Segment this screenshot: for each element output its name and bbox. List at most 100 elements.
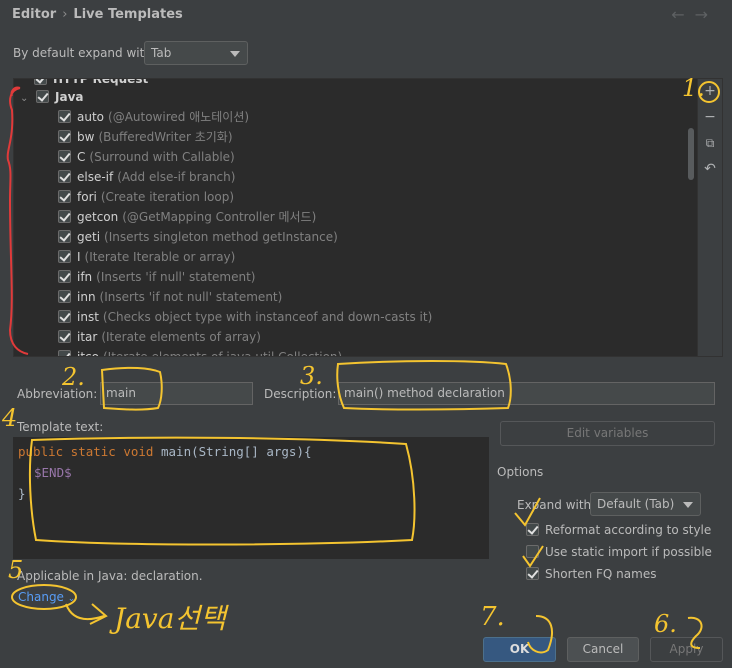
checkbox[interactable] [526,545,539,558]
template-description: (Iterate elements of array) [101,330,261,344]
annotation-3: 3. [300,362,323,390]
template-abbreviation: auto [77,110,105,124]
checkbox[interactable] [58,190,71,203]
checkbox[interactable] [58,130,71,143]
expand-with-label: Expand with [517,498,592,512]
template-list-item[interactable]: inn (Inserts 'if not null' statement) [58,287,282,307]
shorten-fq-option[interactable]: Shorten FQ names [526,567,656,581]
template-list-item[interactable]: bw (BufferedWriter 초기화) [58,127,233,147]
copy-icon[interactable]: ⧉ [703,135,717,151]
checkbox[interactable] [58,330,71,343]
checkbox[interactable] [36,90,49,103]
template-list-item[interactable]: itco (Iterate elements of java.util.Colle… [58,347,343,357]
annotation-6: 6. [654,610,677,638]
checkbox[interactable] [58,150,71,163]
template-abbreviation: ifn [77,270,93,284]
chevron-right-icon: › [62,7,68,22]
template-description: (@Autowired 애노테이션) [108,110,250,124]
template-text-label: Template text: [17,420,104,434]
checkbox[interactable] [58,250,71,263]
template-list-item[interactable]: I (Iterate Iterable or array) [58,247,235,267]
history-nav: ←→ [671,5,718,24]
template-abbreviation: geti [77,230,101,244]
tree-scrollbar[interactable] [688,128,694,180]
template-abbreviation: inst [77,310,99,324]
template-description: (Inserts 'if null' statement) [96,270,256,284]
remove-icon[interactable]: − [703,109,717,125]
expand-with-select[interactable]: Default (Tab) [590,492,701,516]
checkbox[interactable] [526,567,539,580]
template-abbreviation: bw [77,130,95,144]
template-list-item[interactable]: ifn (Inserts 'if null' statement) [58,267,255,287]
checkbox[interactable] [58,230,71,243]
add-icon[interactable]: + [703,83,717,99]
template-abbreviation: else-if [77,170,114,184]
template-list-item[interactable]: geti (Inserts singleton method getInstanc… [58,227,338,247]
template-description: (Surround with Callable) [89,150,235,164]
checkbox[interactable] [58,310,71,323]
description-label: Description: [264,387,337,401]
template-abbreviation: fori [77,190,97,204]
default-expand-value: Tab [151,46,172,60]
template-description: (Inserts 'if not null' statement) [99,290,283,304]
template-list-item[interactable]: auto (@Autowired 애노테이션) [58,107,249,127]
cancel-button[interactable]: Cancel [567,637,639,662]
arrow-annotation [65,603,108,625]
tree-toolbar: + − ⧉ ↶ [698,78,723,357]
checkbox[interactable] [58,210,71,223]
template-abbreviation: inn [77,290,96,304]
template-abbreviation: I [77,250,81,264]
checkbox[interactable] [58,110,71,123]
template-list-item[interactable]: else-if (Add else-if branch) [58,167,235,187]
templates-tree[interactable]: HTTP Request ⌄ Java auto (@Autowired 애노테이션… [13,78,698,357]
template-description: (Iterate elements of java.util.Collectio… [102,350,343,357]
template-description: (@GetMapping Controller 메서드) [122,210,317,224]
template-list-item[interactable]: C (Surround with Callable) [58,147,235,167]
template-list-item[interactable]: itar (Iterate elements of array) [58,327,261,347]
chevron-down-icon[interactable]: ⌄ [20,89,32,109]
checkbox[interactable] [34,79,47,85]
template-abbreviation: itar [77,330,98,344]
checkbox[interactable] [526,523,539,536]
checkbox[interactable] [58,270,71,283]
checkbox[interactable] [58,350,71,356]
apply-button[interactable]: Apply [650,637,723,662]
static-import-option[interactable]: Use static import if possible [526,545,712,559]
breadcrumb-editor[interactable]: Editor [12,7,56,22]
abbreviation-label: Abbreviation: [17,387,98,401]
dropdown-caret-icon [230,51,240,57]
chevron-down-icon: ⌄ [67,594,76,604]
template-list-item[interactable]: getcon (@GetMapping Controller 메서드) [58,207,316,227]
checkbox[interactable] [58,290,71,303]
code-brace: } [18,486,26,501]
template-editor[interactable]: public static void main(String[] args){ … [13,437,489,559]
annotation-7: 7. [480,602,505,632]
abbreviation-input[interactable]: main [100,382,253,405]
forward-arrow-icon[interactable]: → [695,5,718,24]
template-list-item[interactable]: inst (Checks object type with instanceof … [58,307,432,327]
edit-variables-button[interactable]: Edit variables [500,421,715,446]
expand-with-value: Default (Tab) [597,497,675,511]
applicable-text: Applicable in Java: declaration. [17,569,203,583]
template-description: (Create iteration loop) [100,190,235,204]
template-abbreviation: itco [77,350,99,357]
annotation-java-note: Java선택 [109,602,229,635]
tree-group-java[interactable]: ⌄ Java [20,87,83,107]
ok-button[interactable]: OK [483,637,556,662]
options-title: Options [497,465,544,479]
default-expand-label: By default expand with [13,46,152,60]
template-list-item[interactable]: fori (Create iteration loop) [58,187,234,207]
description-input[interactable]: main() method declaration [338,382,715,405]
code-signature: main(String[] args){ [153,444,312,459]
annotation-4: 4 [1,404,17,432]
template-abbreviation: getcon [77,210,119,224]
restore-icon[interactable]: ↶ [703,161,717,177]
checkbox[interactable] [58,170,71,183]
change-context-link[interactable]: Change ⌄ [18,590,75,604]
default-expand-select[interactable]: Tab [144,41,248,65]
template-description: (Add else-if branch) [117,170,236,184]
breadcrumb-live-templates: Live Templates [73,7,183,22]
template-description: (Checks object type with instanceof and … [102,310,433,324]
reformat-option[interactable]: Reformat according to style [526,523,711,537]
back-arrow-icon[interactable]: ← [671,5,694,24]
